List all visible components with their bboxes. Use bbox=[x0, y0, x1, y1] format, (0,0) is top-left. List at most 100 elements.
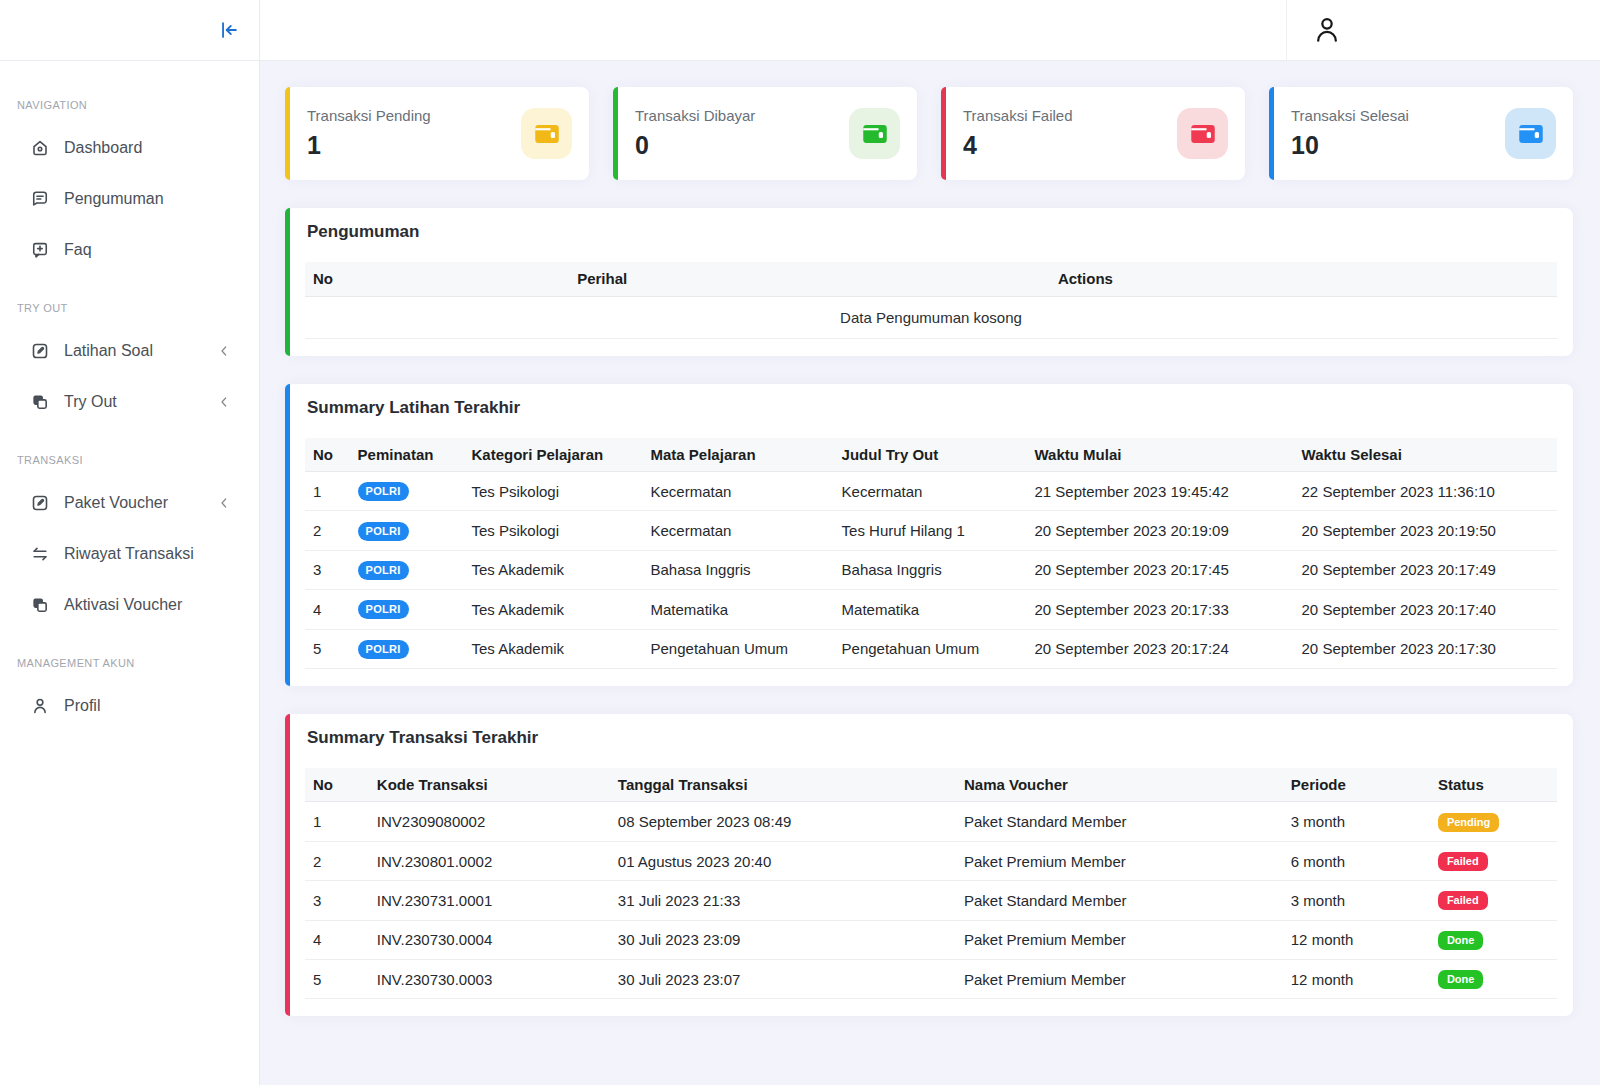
copy-icon bbox=[30, 392, 50, 412]
home-icon bbox=[30, 138, 50, 158]
cell-mata: Bahasa Inggris bbox=[643, 550, 834, 589]
cell-mulai: 20 September 2023 20:17:45 bbox=[1026, 550, 1293, 589]
stat-label: Transaksi Dibayar bbox=[635, 107, 755, 124]
cell-no: 2 bbox=[305, 511, 350, 550]
cell-peminatan: POLRI bbox=[350, 550, 464, 589]
column-header-mulai: Waktu Mulai bbox=[1026, 438, 1293, 472]
sidebar-item-latihan-soal[interactable]: Latihan Soal bbox=[0, 325, 259, 376]
stat-card-transaksi-pending: Transaksi Pending 1 bbox=[285, 87, 589, 180]
table-row: 1 INV2309080002 08 September 2023 08:49 … bbox=[305, 802, 1557, 841]
column-header-kategori: Kategori Pelajaran bbox=[463, 438, 642, 472]
user-icon bbox=[1311, 14, 1343, 46]
cell-status: Done bbox=[1430, 920, 1557, 959]
sidebar-item-faq[interactable]: Faq bbox=[0, 224, 259, 275]
dashboard-content: Transaksi Pending 1 Transaksi Dibayar 0 bbox=[260, 61, 1600, 1085]
edit-box-icon bbox=[30, 341, 50, 361]
cell-selesai: 20 September 2023 20:19:50 bbox=[1294, 511, 1557, 550]
stat-value: 0 bbox=[635, 131, 755, 160]
status-badge: Failed bbox=[1438, 852, 1488, 871]
column-header-status: Status bbox=[1430, 768, 1557, 802]
edit-box-icon bbox=[30, 493, 50, 513]
sidebar-item-profil[interactable]: Profil bbox=[0, 680, 259, 731]
cell-kode: INV.230730.0003 bbox=[369, 960, 610, 999]
collapse-sidebar-button[interactable] bbox=[218, 19, 240, 41]
announcement-icon bbox=[30, 189, 50, 209]
cell-periode: 12 month bbox=[1283, 960, 1430, 999]
cell-judul: Bahasa Inggris bbox=[834, 550, 1027, 589]
sidebar-item-label: Aktivasi Voucher bbox=[64, 596, 232, 614]
sidebar-item-label: Riwayat Transaksi bbox=[64, 545, 232, 563]
cell-judul: Pengetahuan Umum bbox=[834, 629, 1027, 668]
cell-kategori: Tes Psikologi bbox=[463, 472, 642, 511]
cell-selesai: 20 September 2023 20:17:49 bbox=[1294, 550, 1557, 589]
stat-label: Transaksi Pending bbox=[307, 107, 431, 124]
sidebar-item-paket-voucher[interactable]: Paket Voucher bbox=[0, 477, 259, 528]
cell-no: 5 bbox=[305, 960, 369, 999]
sidebar-item-aktivasi-voucher[interactable]: Aktivasi Voucher bbox=[0, 579, 259, 630]
user-menu-button[interactable] bbox=[1311, 14, 1343, 46]
cell-mulai: 20 September 2023 20:17:33 bbox=[1026, 590, 1293, 629]
sidebar-item-dashboard[interactable]: Dashboard bbox=[0, 122, 259, 173]
nav-section-label: MANAGEMENT AKUN bbox=[0, 657, 259, 670]
wallet-icon bbox=[521, 108, 572, 159]
cell-no: 4 bbox=[305, 920, 369, 959]
stat-info: Transaksi Dibayar 0 bbox=[635, 107, 755, 160]
cell-voucher: Paket Premium Member bbox=[956, 920, 1283, 959]
column-header-actions: Actions bbox=[1050, 262, 1557, 296]
cell-status: Done bbox=[1430, 960, 1557, 999]
sidebar-item-label: Try Out bbox=[64, 393, 216, 411]
summary-transaksi-title: Summary Transaksi Terakhir bbox=[307, 728, 1557, 748]
cell-kategori: Tes Akademik bbox=[463, 550, 642, 589]
collapse-sidebar-icon bbox=[218, 19, 240, 41]
column-header-judul: Judul Try Out bbox=[834, 438, 1027, 472]
column-header-peminatan: Peminatan bbox=[350, 438, 464, 472]
stat-card-transaksi-selesai: Transaksi Selesai 10 bbox=[1269, 87, 1573, 180]
table-row: 2 POLRI Tes Psikologi Kecermatan Tes Hur… bbox=[305, 511, 1557, 550]
table-row: 2 INV.230801.0002 01 Agustus 2023 20:40 … bbox=[305, 841, 1557, 880]
summary-transaksi-card: Summary Transaksi Terakhir No Kode Trans… bbox=[285, 714, 1573, 1016]
cell-periode: 12 month bbox=[1283, 920, 1430, 959]
sidebar-item-label: Faq bbox=[64, 241, 232, 259]
cell-kode: INV2309080002 bbox=[369, 802, 610, 841]
summary-latihan-card: Summary Latihan Terakhir No Peminatan Ka… bbox=[285, 384, 1573, 686]
sidebar-item-pengumuman[interactable]: Pengumuman bbox=[0, 173, 259, 224]
main-column: Transaksi Pending 1 Transaksi Dibayar 0 bbox=[260, 0, 1600, 1085]
cell-tanggal: 01 Agustus 2023 20:40 bbox=[610, 841, 956, 880]
transfer-icon bbox=[30, 544, 50, 564]
cell-periode: 3 month bbox=[1283, 881, 1430, 920]
cell-mata: Kecermatan bbox=[643, 511, 834, 550]
nav-section-label: TRY OUT bbox=[0, 302, 259, 315]
cell-no: 1 bbox=[305, 802, 369, 841]
person-icon bbox=[30, 696, 50, 716]
table-row: 3 INV.230731.0001 31 Juli 2023 21:33 Pak… bbox=[305, 881, 1557, 920]
sidebar-item-riwayat-transaksi[interactable]: Riwayat Transaksi bbox=[0, 528, 259, 579]
topbar bbox=[260, 0, 1600, 61]
cell-judul: Kecermatan bbox=[834, 472, 1027, 511]
cell-peminatan: POLRI bbox=[350, 511, 464, 550]
peminatan-badge: POLRI bbox=[358, 561, 409, 580]
cell-kategori: Tes Akademik bbox=[463, 629, 642, 668]
column-header-mata: Mata Pelajaran bbox=[643, 438, 834, 472]
stat-value: 1 bbox=[307, 131, 431, 160]
peminatan-badge: POLRI bbox=[358, 522, 409, 541]
sidebar-nav: NAVIGATION Dashboard Pengumuman Faq bbox=[0, 61, 259, 731]
cell-kode: INV.230731.0001 bbox=[369, 881, 610, 920]
sidebar-header bbox=[0, 0, 259, 61]
column-header-selesai: Waktu Selesai bbox=[1294, 438, 1557, 472]
column-header-no: No bbox=[305, 262, 569, 296]
cell-status: Failed bbox=[1430, 881, 1557, 920]
sidebar-item-try-out[interactable]: Try Out bbox=[0, 376, 259, 427]
table-row: 4 INV.230730.0004 30 Juli 2023 23:09 Pak… bbox=[305, 920, 1557, 959]
nav-section-navigation: NAVIGATION Dashboard Pengumuman Faq bbox=[0, 99, 259, 275]
stat-value: 4 bbox=[963, 131, 1072, 160]
table-row: 5 POLRI Tes Akademik Pengetahuan Umum Pe… bbox=[305, 629, 1557, 668]
cell-no: 5 bbox=[305, 629, 350, 668]
cell-tanggal: 08 September 2023 08:49 bbox=[610, 802, 956, 841]
stat-info: Transaksi Selesai 10 bbox=[1291, 107, 1409, 160]
cell-tanggal: 30 Juli 2023 23:09 bbox=[610, 920, 956, 959]
cell-kode: INV.230801.0002 bbox=[369, 841, 610, 880]
sidebar-item-label: Profil bbox=[64, 697, 232, 715]
pengumuman-table: No Perihal Actions Data Pengumuman koson… bbox=[305, 262, 1557, 339]
topbar-user-area bbox=[1286, 0, 1600, 60]
cell-peminatan: POLRI bbox=[350, 629, 464, 668]
